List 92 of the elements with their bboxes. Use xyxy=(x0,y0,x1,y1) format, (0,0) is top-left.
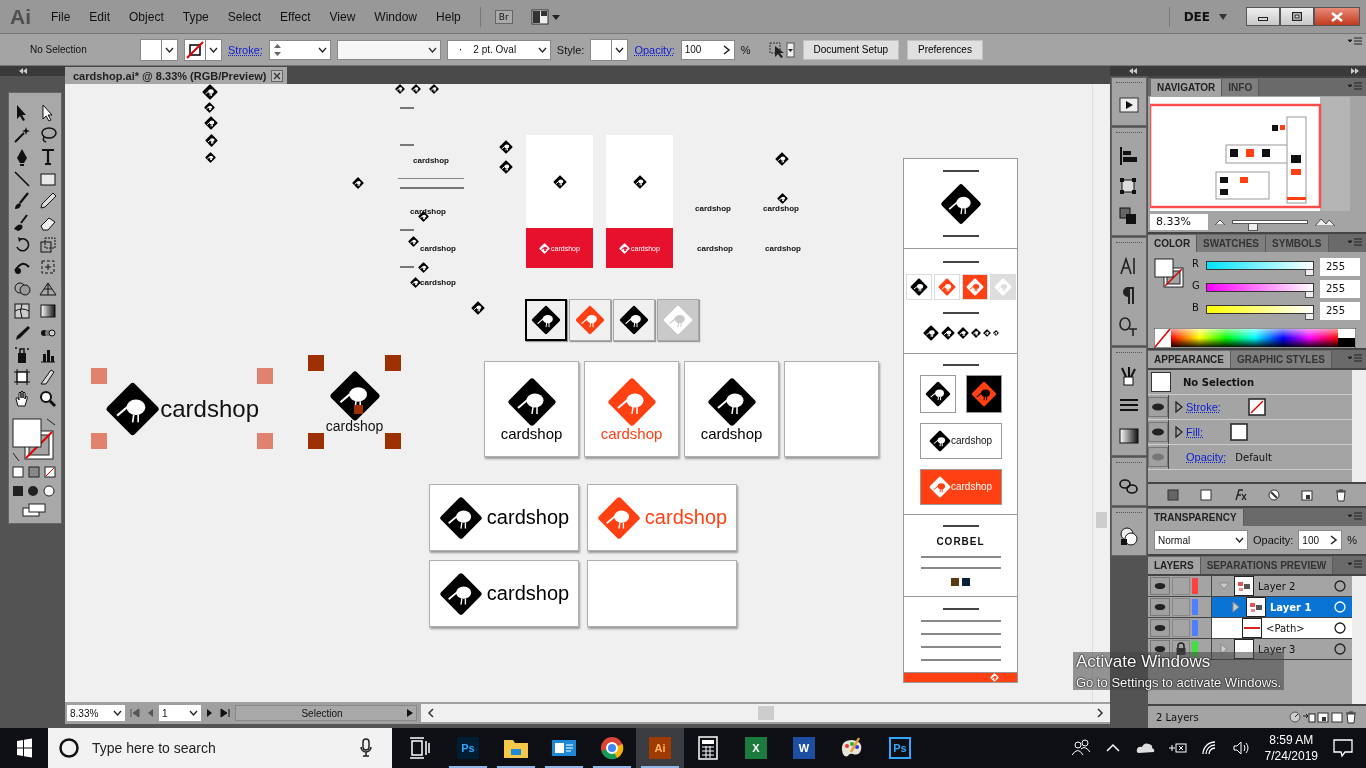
opacity-value: Default xyxy=(1235,451,1272,463)
logo-wordmark: cardshop xyxy=(500,424,563,442)
opacity-value: 100 xyxy=(1302,534,1321,546)
toolbar-button[interactable]: Document Setup xyxy=(802,39,899,60)
panel-tab[interactable]: NAVIGATOR xyxy=(1151,79,1223,96)
zoom-field[interactable]: 8.33% xyxy=(67,705,125,721)
style-label: Style: xyxy=(556,43,585,56)
menu-item[interactable]: Help xyxy=(436,9,461,24)
bridge-button[interactable]: Br xyxy=(494,9,513,24)
logo-wordmark: cardshop xyxy=(765,244,801,253)
current-tool-field[interactable]: Selection xyxy=(235,705,417,721)
logo-wordmark: cardshop xyxy=(950,481,993,493)
menu-item[interactable]: View xyxy=(329,9,356,24)
search-field[interactable]: Type here to search xyxy=(90,739,350,757)
channel-value-field[interactable]: 255 xyxy=(1320,280,1360,298)
menu-item[interactable]: Effect xyxy=(280,9,311,24)
percent-label: % xyxy=(740,43,751,56)
logo-wordmark: cardshop xyxy=(700,424,763,442)
spreadsheet-icon[interactable]: X xyxy=(745,737,767,759)
zoom-field[interactable]: 8.33% xyxy=(1150,214,1208,230)
menu-item[interactable]: Edit xyxy=(89,9,111,24)
activation-notice-text: Go to Settings to activate Windows. xyxy=(1076,675,1282,690)
brush-field[interactable]: · 2 pt. Oval xyxy=(446,39,551,60)
opacity-label: Opacity: xyxy=(1253,534,1294,546)
toolbar-button[interactable]: Preferences xyxy=(907,39,983,60)
selection-label: No Selection xyxy=(29,44,88,55)
brush-value: 2 pt. Oval xyxy=(473,44,518,55)
menu-item[interactable]: Type xyxy=(182,9,209,24)
logo-wordmark: cardshop xyxy=(420,278,456,287)
typeface-name: CORBEL xyxy=(936,535,985,547)
panel-tab[interactable]: TRANSPARENCY xyxy=(1148,509,1244,526)
panel-tab[interactable]: LAYERS xyxy=(1148,557,1201,574)
artboard-field[interactable]: 1 xyxy=(159,705,201,721)
channel-value-field[interactable]: 255 xyxy=(1320,258,1360,276)
app-logo: Ai xyxy=(10,4,31,29)
logo-wordmark: cardshop xyxy=(413,156,449,165)
blend-mode-field[interactable]: Normal xyxy=(1154,530,1248,550)
panel-tab[interactable]: COLOR xyxy=(1148,235,1198,252)
clock[interactable]: 8:59 AM 7/24/2019 xyxy=(1264,732,1318,764)
appearance-title: No Selection xyxy=(1183,376,1255,388)
opacity-link[interactable]: Opacity: xyxy=(634,43,675,56)
channel-value-field[interactable]: 255 xyxy=(1320,302,1360,320)
document-icon[interactable]: W xyxy=(793,737,815,759)
opacity-value: 100 xyxy=(684,44,703,55)
layer-name[interactable]: <Path> xyxy=(1266,622,1305,634)
document-tab[interactable]: cardshop.ai* @ 8.33% (RGB/Preview) xyxy=(65,67,287,84)
menu-item[interactable]: File xyxy=(51,9,71,24)
panel-tab[interactable]: APPEARANCE xyxy=(1148,351,1231,368)
taskbar-app[interactable]: Ps xyxy=(876,728,924,768)
artboard-number: 1 xyxy=(162,707,169,719)
logo-wordmark: cardshop xyxy=(763,204,799,213)
layer-name[interactable]: Layer 3 xyxy=(1258,643,1296,655)
logo-wordmark: cardshop xyxy=(160,394,259,423)
logo-wordmark: cardshop xyxy=(410,207,446,216)
photoshop-icon[interactable]: Ps xyxy=(889,737,911,759)
taskbar-app[interactable]: X xyxy=(732,728,780,768)
menu-item[interactable]: Object xyxy=(129,9,164,24)
logo-wordmark: cardshop xyxy=(486,582,570,605)
opacity-field[interactable]: 100 xyxy=(1298,530,1343,550)
opacity-link[interactable]: Opacity: xyxy=(1186,451,1227,463)
taskbar-app[interactable]: W xyxy=(780,728,828,768)
layer-name[interactable]: Layer 1 xyxy=(1270,601,1312,613)
logo-wordmark: cardshop xyxy=(325,418,384,434)
layer-count: 2 Layers xyxy=(1156,711,1199,723)
channel-label: R xyxy=(1192,258,1200,269)
logo-wordmark: cardshop xyxy=(695,204,731,213)
blend-mode-value: Normal xyxy=(1158,534,1192,546)
fill-link[interactable]: Fill: xyxy=(1186,426,1204,438)
current-tool-label: Selection xyxy=(300,707,344,719)
logo-wordmark: cardshop xyxy=(644,506,728,529)
channel-label: B xyxy=(1192,302,1200,313)
logo-wordmark: cardshop xyxy=(420,244,456,253)
workspace-switcher[interactable]: DEE xyxy=(1183,9,1210,24)
logo-wordmark: cardshop xyxy=(697,244,733,253)
illustrator-icon[interactable]: Ai xyxy=(649,737,671,759)
menu-item[interactable]: Window xyxy=(374,9,418,24)
zoom-value: 8.33% xyxy=(70,707,100,719)
menu-item[interactable]: Select xyxy=(227,9,262,24)
logo-wordmark: cardshop xyxy=(486,506,570,529)
photoshop-icon[interactable]: Ps xyxy=(457,737,479,759)
taskbar-app[interactable]: Ai xyxy=(636,728,684,768)
opacity-field[interactable]: 100 xyxy=(680,39,735,60)
taskbar-app[interactable]: Ps xyxy=(444,728,492,768)
brush-dot-icon: · xyxy=(458,43,463,56)
logo-wordmark: cardshop xyxy=(600,424,663,442)
percent-label: % xyxy=(1347,534,1358,546)
logo-wordmark: cardshop xyxy=(950,435,993,447)
stroke-link[interactable]: Stroke: xyxy=(228,43,263,56)
channel-label: G xyxy=(1192,280,1200,291)
search-box[interactable]: Type here to search xyxy=(48,728,392,768)
layer-name[interactable]: Layer 2 xyxy=(1258,580,1296,592)
stroke-link[interactable]: Stroke: xyxy=(1186,401,1221,413)
